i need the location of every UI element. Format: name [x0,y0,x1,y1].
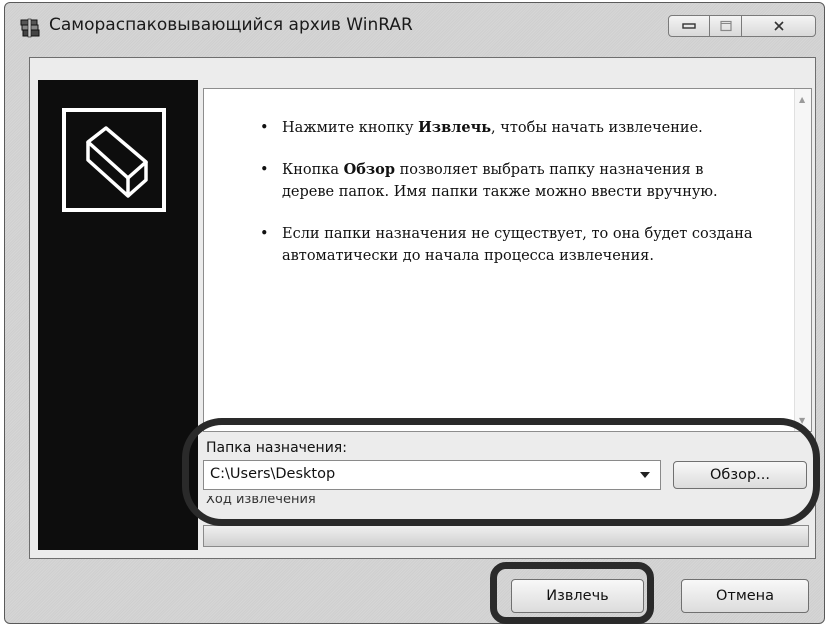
extract-keyword: Извлечь [418,119,492,136]
minimize-button[interactable] [668,15,710,37]
destination-label: Папка назначения: [206,440,347,456]
maximize-button[interactable] [709,15,742,37]
vertical-scrollbar[interactable]: ▲ ▼ [794,89,811,431]
window-title: Самораспаковывающийся архив WinRAR [49,15,413,35]
winrar-archive-icon [19,17,41,39]
instruction-item: • Если папки назначения не существует, то… [260,226,753,264]
instruction-item: • Нажмите кнопку Извлечь, чтобы начать из… [260,119,703,136]
close-button[interactable] [741,15,816,37]
archive-box-icon [62,108,166,212]
minimize-icon [682,23,696,29]
destination-path-combobox[interactable]: C:\Users\Desktop [203,460,661,490]
chevron-down-icon[interactable] [640,472,650,478]
destination-path-value[interactable]: C:\Users\Desktop [210,466,335,482]
scroll-up-icon[interactable]: ▲ [799,95,805,104]
extract-button[interactable]: Извлечь [511,579,644,613]
browse-button[interactable]: Обзор... [673,461,807,489]
dialog-body: • Нажмите кнопку Извлечь, чтобы начать из… [29,57,816,559]
instructions-list: • Нажмите кнопку Извлечь, чтобы начать из… [260,117,760,287]
maximize-icon [719,20,732,32]
caption-buttons [668,15,816,37]
instruction-item: • Кнопка Обзор позволяет выбрать папку на… [260,161,718,200]
scroll-down-icon[interactable]: ▼ [799,416,805,425]
browse-keyword: Обзор [343,161,395,178]
instructions-pane[interactable]: • Нажмите кнопку Извлечь, чтобы начать из… [203,88,812,432]
title-bar[interactable]: Самораспаковывающийся архив WinRAR [5,3,824,53]
cancel-button[interactable]: Отмена [681,579,809,613]
progress-label: Ход извлечения [206,496,316,507]
winrar-sfx-window: Самораспаковывающийся архив WinRAR • Наж… [4,2,825,624]
sidebar [38,80,198,550]
extraction-progress-bar [203,525,809,547]
close-icon [773,21,784,31]
